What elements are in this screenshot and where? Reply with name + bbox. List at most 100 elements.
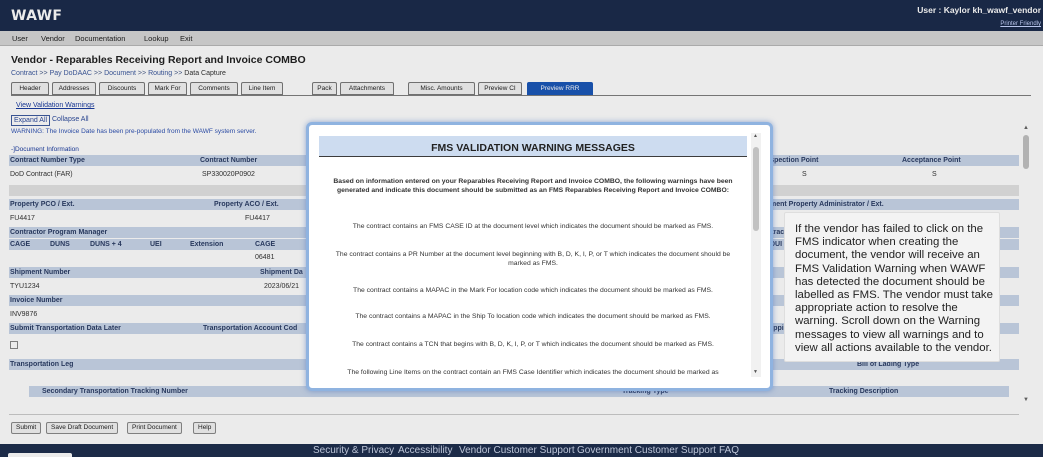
modal-message: The contract contains a TCN that begins … <box>352 341 714 348</box>
view-validation-warnings-link[interactable]: View Validation Warnings <box>16 102 94 109</box>
property-aco-label: Property ACO / Ext. <box>214 201 279 208</box>
modal-title: FMS VALIDATION WARNING MESSAGES <box>431 142 635 154</box>
modal-body: Based on information entered on your Rep… <box>319 158 747 383</box>
property-pco-label: Property PCO / Ext. <box>10 201 75 208</box>
tab-line-item[interactable]: Line Item <box>241 82 283 95</box>
footer-vendor-support[interactable]: Vendor Customer Support <box>459 445 575 456</box>
expand-all-button[interactable]: Expand All <box>11 115 51 126</box>
shipment-date-label: Shipment Da <box>260 269 303 276</box>
footer: Security & Privacy Accessibility Vendor … <box>0 444 1043 457</box>
help-button[interactable]: Help <box>193 422 217 434</box>
col-extension: Extension <box>190 241 224 248</box>
breadcrumb-separator: >> <box>137 70 147 77</box>
modal-message: The following Line Items on the contract… <box>347 369 719 376</box>
transport-account-code-label: Transportation Account Cod <box>203 325 298 332</box>
col-cage: CAGE <box>10 241 31 248</box>
document-information-toggle[interactable]: -]Document Information <box>11 146 79 153</box>
user-info: User : Kaylor kh_wawf_vendor <box>917 5 1041 15</box>
contractor-program-manager-label: Contractor Program Manager <box>10 229 108 236</box>
page-title: Vendor - Reparables Receiving Report and… <box>11 54 306 66</box>
app-logo: WAWF <box>11 8 63 24</box>
scrollbar-thumb[interactable] <box>1023 135 1029 169</box>
transportation-leg-label: Transportation Leg <box>10 361 74 368</box>
modal-scrollbar[interactable]: ▲ ▼ <box>751 133 761 377</box>
warning-message: WARNING: The Invoice Date has been pre-p… <box>11 128 257 135</box>
modal-message: The contract contains a MAPAC in the Mar… <box>353 287 713 294</box>
shipment-date-value: 2023/06/21 <box>264 283 300 290</box>
col-duns: DUNS <box>50 241 70 248</box>
tab-attachments[interactable]: Attachments <box>340 82 394 95</box>
submit-transport-later-label: Submit Transportation Data Later <box>10 325 121 332</box>
shipment-number-label: Shipment Number <box>10 269 71 276</box>
submit-transport-later-checkbox[interactable] <box>10 341 18 349</box>
tab-preview-rrr[interactable]: Preview RRR <box>527 82 593 95</box>
breadcrumb: Contract >> Pay DoDAAC >> Document >> Ro… <box>11 70 226 77</box>
tab-discounts[interactable]: Discounts <box>99 82 145 95</box>
breadcrumb-contract[interactable]: Contract <box>11 70 37 77</box>
footer-accessibility[interactable]: Accessibility <box>398 445 452 456</box>
footer-faq[interactable]: FAQ <box>719 445 739 456</box>
menu-bar: User Vendor Documentation Lookup Exit <box>0 31 1043 46</box>
tab-mark-for[interactable]: Mark For <box>148 82 187 95</box>
breadcrumb-separator: >> <box>174 70 183 77</box>
scroll-down-icon[interactable]: ▼ <box>753 369 758 375</box>
modal-message: The contract contains an FMS CASE ID at … <box>352 223 714 230</box>
breadcrumb-document[interactable]: Document <box>104 70 136 77</box>
top-bar: WAWF User : Kaylor kh_wawf_vendor Printe… <box>0 0 1043 31</box>
menu-exit[interactable]: Exit <box>180 34 193 43</box>
contract-number-type-label: Contract Number Type <box>10 157 85 164</box>
tab-header[interactable]: Header <box>11 82 49 95</box>
menu-user[interactable]: User <box>12 34 28 43</box>
fms-warning-modal: FMS VALIDATION WARNING MESSAGES Based on… <box>306 122 773 391</box>
tab-misc-amounts[interactable]: Misc. Amounts <box>408 82 475 95</box>
divider <box>9 414 1019 415</box>
contract-number-value: SP330020P0902 <box>202 171 255 178</box>
contract-number-label: Contract Number <box>200 157 258 164</box>
tab-pack[interactable]: Pack <box>312 82 337 95</box>
breadcrumb-current: Data Capture <box>184 70 226 77</box>
col-cage-2: CAGE <box>255 241 276 248</box>
printer-friendly-link[interactable]: Printer Friendly <box>1000 21 1041 27</box>
print-document-button[interactable]: Print Document <box>127 422 182 434</box>
page-scrollbar[interactable]: ▲ ▼ <box>1021 125 1031 407</box>
breadcrumb-separator: >> <box>93 70 103 77</box>
secondary-tracking-label: Secondary Transportation Tracking Number <box>42 388 188 395</box>
menu-vendor[interactable]: Vendor <box>41 34 65 43</box>
cage-partial-value: 06481 <box>255 254 275 261</box>
inspection-point-value: S <box>802 171 807 178</box>
invoice-number-label: Invoice Number <box>10 297 63 304</box>
modal-message: The contract contains a PR Number at the… <box>335 251 731 267</box>
scroll-up-icon[interactable]: ▲ <box>753 133 758 139</box>
callout-text: If the vendor has failed to click on the… <box>795 223 993 354</box>
tab-comments[interactable]: Comments <box>190 82 238 95</box>
modal-intro: Based on information entered on your Rep… <box>333 178 733 194</box>
tracking-description-label: Tracking Description <box>829 388 899 395</box>
breadcrumb-separator: >> <box>39 70 48 77</box>
property-aco-value: FU4417 <box>245 215 270 222</box>
breadcrumb-routing[interactable]: Routing <box>148 70 172 77</box>
tab-divider <box>11 95 1031 96</box>
acceptance-point-label: Acceptance Point <box>902 157 961 164</box>
modal-scrollbar-thumb[interactable] <box>753 147 759 231</box>
submit-button[interactable]: Submit <box>11 422 42 434</box>
collapse-all-link[interactable]: Collapse All <box>52 116 89 123</box>
footer-tab <box>8 453 72 457</box>
col-uei: UEI <box>150 241 162 248</box>
tab-preview-ci[interactable]: Preview CI <box>478 82 522 95</box>
footer-gov-support[interactable]: Government Customer Support <box>577 445 716 456</box>
modal-header: FMS VALIDATION WARNING MESSAGES <box>319 136 747 156</box>
footer-security-privacy[interactable]: Security & Privacy <box>313 445 394 456</box>
acceptance-point-value: S <box>932 171 937 178</box>
scroll-up-icon[interactable]: ▲ <box>1023 125 1029 131</box>
menu-lookup[interactable]: Lookup <box>144 34 169 43</box>
modal-divider <box>319 156 747 157</box>
shipment-number-value: TYU1234 <box>10 283 40 290</box>
property-pco-value: FU4417 <box>10 215 35 222</box>
col-duns-plus-4: DUNS + 4 <box>90 241 122 248</box>
tab-addresses[interactable]: Addresses <box>52 82 96 95</box>
save-draft-button[interactable]: Save Draft Document <box>46 422 119 434</box>
scroll-down-icon[interactable]: ▼ <box>1023 397 1029 403</box>
invoice-number-value: INV9876 <box>10 311 38 318</box>
menu-documentation[interactable]: Documentation <box>75 34 125 43</box>
breadcrumb-pay-dodaac[interactable]: Pay DoDAAC <box>50 70 92 77</box>
